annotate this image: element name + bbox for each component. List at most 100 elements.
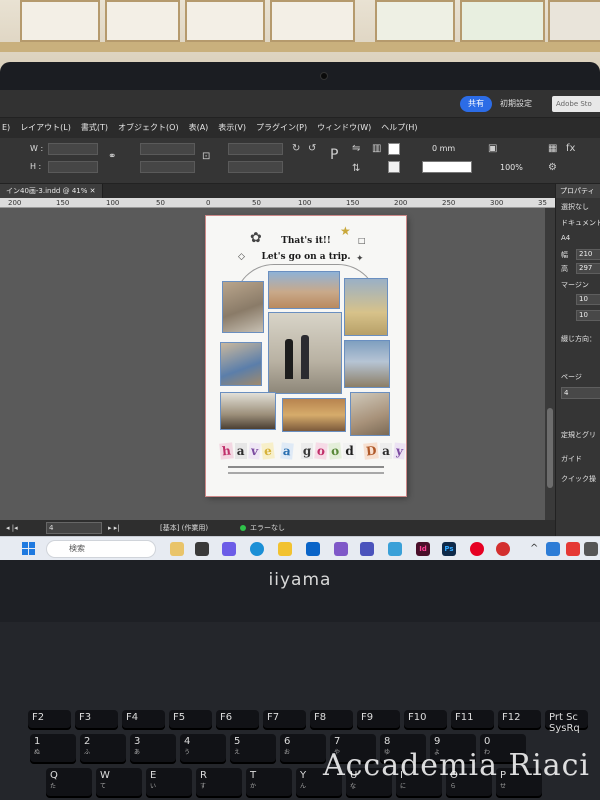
function-key[interactable]: F8: [310, 710, 353, 730]
margin-bottom-field[interactable]: 10: [576, 310, 600, 321]
letter-key[interactable]: Qた: [46, 768, 92, 798]
share-button[interactable]: 共有: [460, 96, 492, 112]
photo-frame[interactable]: [344, 278, 388, 336]
function-key[interactable]: F10: [404, 710, 447, 730]
shear-field[interactable]: [228, 161, 283, 173]
function-key[interactable]: Prt Sc SysRq: [545, 710, 588, 734]
tray-app-icon[interactable]: [584, 542, 598, 556]
rotate-ccw-icon[interactable]: ↺: [308, 144, 316, 154]
photo-frame[interactable]: [268, 312, 342, 394]
photo-frame[interactable]: [222, 281, 264, 333]
mail-icon[interactable]: [306, 542, 320, 556]
menu-layout[interactable]: レイアウト(L): [20, 118, 71, 138]
menu-edit[interactable]: E): [2, 118, 10, 138]
stroke-swatch[interactable]: [388, 161, 400, 173]
function-key[interactable]: F11: [451, 710, 494, 730]
menu-view[interactable]: 表示(V): [218, 118, 246, 138]
number-key[interactable]: 1ぬ: [30, 734, 76, 764]
stock-search-input[interactable]: Adobe Sto: [552, 96, 600, 112]
stroke-type-select[interactable]: [422, 161, 472, 173]
paper-size-value[interactable]: A4: [561, 234, 570, 242]
menu-help[interactable]: ヘルプ(H): [381, 118, 417, 138]
master-page-label[interactable]: [基本] (作業用): [160, 522, 208, 534]
document-page[interactable]: ✿ That's it!! ★ □ Let's go on a trip. ◇ …: [206, 216, 406, 496]
height-field[interactable]: [48, 161, 98, 173]
frame-fit-icon[interactable]: ▣: [488, 144, 497, 154]
rotate-cw-icon[interactable]: ↻: [292, 144, 300, 154]
menu-type[interactable]: 書式(T): [81, 118, 108, 138]
app-red-icon[interactable]: [496, 542, 510, 556]
scale-x-field[interactable]: [140, 143, 195, 155]
page-number-field[interactable]: 4: [46, 522, 102, 534]
constrain-icon[interactable]: ⊡: [202, 152, 210, 162]
settings-icon[interactable]: ⚙: [548, 163, 557, 173]
menu-window[interactable]: ウィンドウ(W): [317, 118, 371, 138]
page-title-line-2[interactable]: Let's go on a trip.: [206, 252, 406, 262]
zoom-value[interactable]: 100%: [500, 163, 523, 172]
close-tab-icon[interactable]: ✕: [90, 187, 96, 195]
function-key[interactable]: F6: [216, 710, 259, 730]
letter-key[interactable]: Wて: [96, 768, 142, 798]
preflight-status[interactable]: エラーなし: [250, 522, 285, 534]
app-icon[interactable]: [388, 542, 402, 556]
fill-swatch[interactable]: [388, 143, 400, 155]
menu-object[interactable]: オブジェクト(O): [118, 118, 179, 138]
pinterest-icon[interactable]: [470, 542, 484, 556]
menu-plugins[interactable]: プラグイン(P): [256, 118, 307, 138]
flip-horizontal-icon[interactable]: ⇋: [352, 144, 360, 154]
margin-top-field[interactable]: 10: [576, 294, 600, 305]
function-key[interactable]: F9: [357, 710, 400, 730]
photoshop-icon[interactable]: Ps: [442, 542, 456, 556]
teams-icon[interactable]: [360, 542, 374, 556]
document-tab[interactable]: イン40画-3.indd @ 41% ✕: [0, 184, 103, 198]
page-height-field[interactable]: 297: [576, 263, 600, 274]
scrollbar-thumb[interactable]: [547, 408, 553, 488]
function-key[interactable]: F12: [498, 710, 541, 730]
have-a-good-day-lettering[interactable]: haveagoodDay: [219, 440, 406, 462]
tray-app-icon[interactable]: [566, 542, 580, 556]
taskbar-search-input[interactable]: 検索: [46, 540, 156, 558]
effects-icon[interactable]: fx: [566, 144, 575, 154]
page-select[interactable]: 4: [561, 387, 600, 399]
properties-tab[interactable]: プロパティ: [556, 184, 600, 198]
width-field[interactable]: [48, 143, 98, 155]
function-key[interactable]: F7: [263, 710, 306, 730]
link-icon[interactable]: ⚭: [108, 152, 116, 162]
copilot-icon[interactable]: [170, 542, 184, 556]
page-width-field[interactable]: 210: [576, 249, 600, 260]
chat-icon[interactable]: [222, 542, 236, 556]
page-nav-first-icon[interactable]: ◂ |◂: [6, 522, 18, 534]
letter-key[interactable]: Eい: [146, 768, 192, 798]
function-key[interactable]: F2: [28, 710, 71, 730]
number-key[interactable]: 3あ: [130, 734, 176, 764]
content-grabber-icon[interactable]: ▦: [548, 144, 557, 154]
edge-icon[interactable]: [250, 542, 264, 556]
tray-app-icon[interactable]: [546, 542, 560, 556]
task-view-icon[interactable]: [195, 542, 209, 556]
function-key[interactable]: F4: [122, 710, 165, 730]
scale-y-field[interactable]: [140, 161, 195, 173]
number-key[interactable]: 2ふ: [80, 734, 126, 764]
windows-start-icon[interactable]: [22, 542, 36, 556]
menu-table[interactable]: 表(A): [189, 118, 209, 138]
indesign-icon[interactable]: Id: [416, 542, 430, 556]
page-nav-next-icon[interactable]: ▸ ▸|: [108, 522, 120, 534]
page-title-line-1[interactable]: That's it!!: [206, 236, 406, 246]
photo-frame[interactable]: [350, 392, 390, 436]
photo-frame[interactable]: [268, 271, 340, 309]
function-key[interactable]: F3: [75, 710, 118, 730]
pasteboard[interactable]: ✿ That's it!! ★ □ Let's go on a trip. ◇ …: [0, 208, 545, 520]
paragraph-p-icon[interactable]: P: [330, 148, 338, 162]
store-icon[interactable]: [334, 542, 348, 556]
vertical-scrollbar[interactable]: [545, 208, 555, 520]
stroke-weight-value[interactable]: 0 mm: [432, 144, 455, 153]
file-explorer-icon[interactable]: [278, 542, 292, 556]
photo-frame[interactable]: [220, 392, 276, 430]
photo-frame[interactable]: [220, 342, 262, 386]
workspace-switcher[interactable]: 初期設定: [500, 98, 532, 109]
flip-vertical-icon[interactable]: ⇅: [352, 164, 360, 174]
rotate-field[interactable]: [228, 143, 283, 155]
photo-frame[interactable]: [344, 340, 390, 388]
tray-chevron-icon[interactable]: ^: [530, 544, 538, 554]
photo-frame[interactable]: [282, 398, 346, 432]
